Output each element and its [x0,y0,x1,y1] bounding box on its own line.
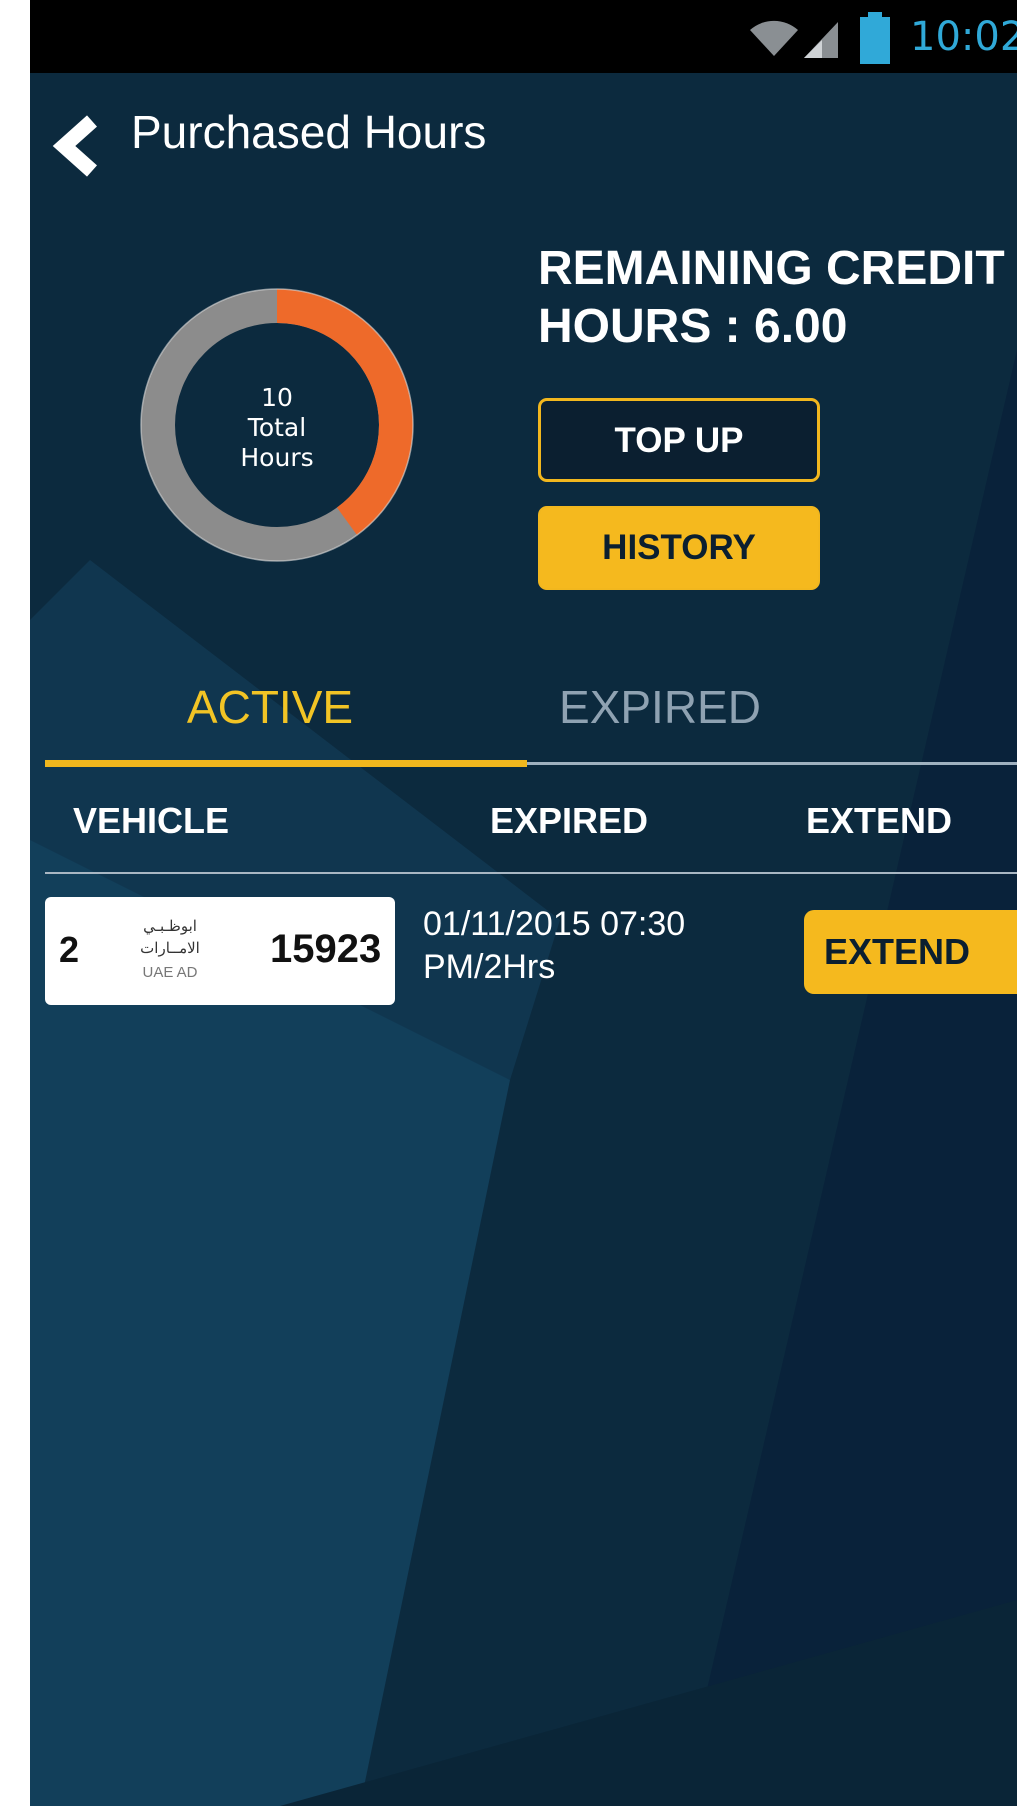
plate-emirate-english: UAE AD [142,964,198,981]
extend-button[interactable]: EXTEND [804,910,1017,994]
remaining-credit-line2: HOURS : 6.00 [538,300,848,353]
active-tab-indicator [45,760,527,767]
hours-donut-chart: 10 Total Hours [132,280,422,570]
page-title: Purchased Hours [131,106,487,158]
column-header-vehicle: VEHICLE [73,800,230,841]
app-screen: 10:02 Purchased Hours 10 Total Hours REM… [30,0,1017,1806]
donut-unit-label: Hours [240,443,314,472]
expiry-datetime: 01/11/2015 07:30 [423,905,686,943]
header-divider [45,872,1017,874]
plate-number: 15923 [270,927,382,971]
donut-total-value: 10 [261,383,293,412]
plate-emirate-arabic-2: الامــارات [140,940,200,957]
tab-expired[interactable]: EXPIRED [510,680,810,734]
donut-total-label: Total [247,413,307,442]
back-button[interactable] [50,113,104,179]
top-up-button[interactable]: TOP UP [538,398,820,482]
tab-active[interactable]: ACTIVE [30,680,510,734]
chevron-left-icon [52,115,97,177]
tab-divider [527,762,1017,765]
column-header-extend: EXTEND [806,800,953,841]
app-header: Purchased Hours [30,73,1017,183]
plate-code: 2 [59,929,80,970]
status-bar: 10:02 [30,0,1017,73]
wifi-icon [750,20,798,56]
license-plate: 2 ابوظـبـي الامــارات UAE AD 15923 [45,897,395,1005]
expiry-duration: PM/2Hrs [423,948,556,986]
cell-signal-icon [804,22,838,58]
history-button[interactable]: HISTORY [538,506,820,590]
status-time: 10:02 [910,14,1017,60]
remaining-credit-line1: REMAINING CREDIT [538,242,1005,295]
remaining-credit-text: REMAINING CREDIT HOURS : 6.00 [538,240,1005,356]
battery-icon [860,12,890,64]
column-header-expired: EXPIRED [490,800,649,841]
plate-emirate-arabic-1: ابوظـبـي [143,918,197,935]
